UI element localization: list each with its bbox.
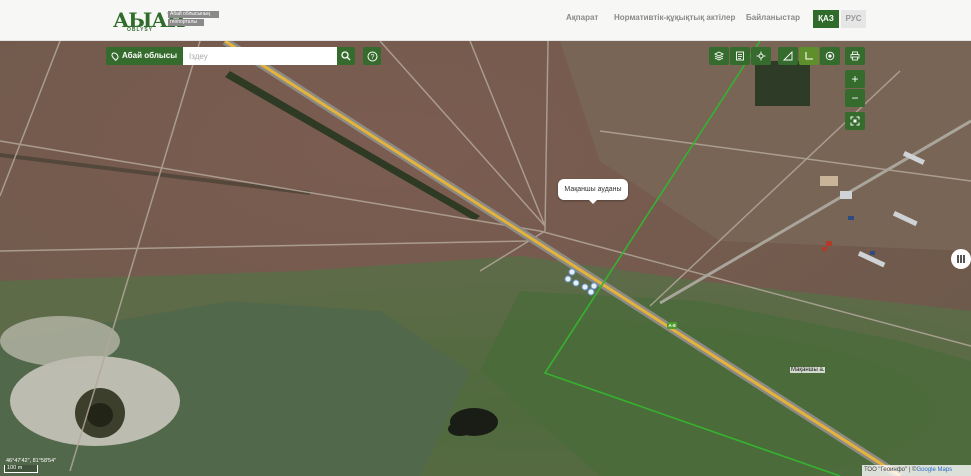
logo-tag-geoportal: геопорталы <box>168 19 204 26</box>
grip-bar-icon <box>963 255 965 263</box>
top-header: АЫАН OBLYSY Абай облысының геопорталы Ақ… <box>0 0 971 41</box>
district-tooltip: Мақаншы ауданы <box>558 179 628 204</box>
area-button[interactable] <box>799 47 819 65</box>
lang-rus-button[interactable]: РУС <box>841 10 866 28</box>
locate-icon <box>825 51 835 61</box>
nav-info[interactable]: Ақпарат <box>566 13 598 22</box>
search-button[interactable] <box>337 47 355 65</box>
layers-button[interactable] <box>709 47 729 65</box>
road-number-badge: A-8 <box>667 322 677 329</box>
search-icon <box>341 51 351 61</box>
scale-bar: 100 m <box>4 465 38 473</box>
measure-button[interactable] <box>751 47 771 65</box>
legend-button[interactable] <box>730 47 750 65</box>
layers-icon <box>714 51 724 61</box>
settlement-label: Мақаншы а. <box>790 367 826 373</box>
print-button[interactable] <box>845 47 865 65</box>
ruler-icon <box>783 51 793 61</box>
nav-legal-acts[interactable]: Нормативтік-құқықтық актілер <box>614 13 735 22</box>
print-icon <box>850 51 860 61</box>
svg-text:?: ? <box>370 54 374 61</box>
attribution-company: ТОО "Геоинфо" <box>864 467 908 473</box>
logo[interactable]: АЫАН OBLYSY Абай облысының геопорталы <box>113 8 223 34</box>
locate-button[interactable] <box>820 47 840 65</box>
region-label: Абай облысы <box>122 51 178 60</box>
zoom-out-button[interactable]: − <box>845 89 865 107</box>
grip-bar-icon <box>957 255 959 263</box>
help-button[interactable]: ? <box>363 47 381 65</box>
region-select-button[interactable]: Абай облысы <box>106 47 183 65</box>
map-attribution: ТОО "Геоинфо" | ©Google Maps <box>862 465 971 476</box>
area-icon <box>805 52 813 60</box>
map-view[interactable] <box>0 41 971 476</box>
search-input[interactable] <box>183 47 337 65</box>
fullscreen-button[interactable] <box>845 112 865 130</box>
location-pin-icon <box>110 51 120 61</box>
side-panel-handle[interactable] <box>951 249 971 269</box>
satellite-imagery <box>0 41 971 476</box>
google-maps-link[interactable]: Google Maps <box>916 467 952 473</box>
help-icon: ? <box>367 51 377 61</box>
logo-subtitle: OBLYSY <box>127 27 154 33</box>
lang-kaz-button[interactable]: ҚАЗ <box>813 10 839 28</box>
ruler-button[interactable] <box>778 47 798 65</box>
nav-contacts[interactable]: Байланыстар <box>746 13 800 22</box>
fullscreen-icon <box>850 116 860 126</box>
measure-icon <box>756 51 766 61</box>
cursor-coordinates: 46°47′42″, 81°58′54″ <box>6 458 57 464</box>
zoom-in-button[interactable]: + <box>845 70 865 88</box>
logo-tag-region: Абай облысының <box>168 11 219 18</box>
grip-bar-icon <box>960 255 962 263</box>
legend-icon <box>736 51 744 61</box>
